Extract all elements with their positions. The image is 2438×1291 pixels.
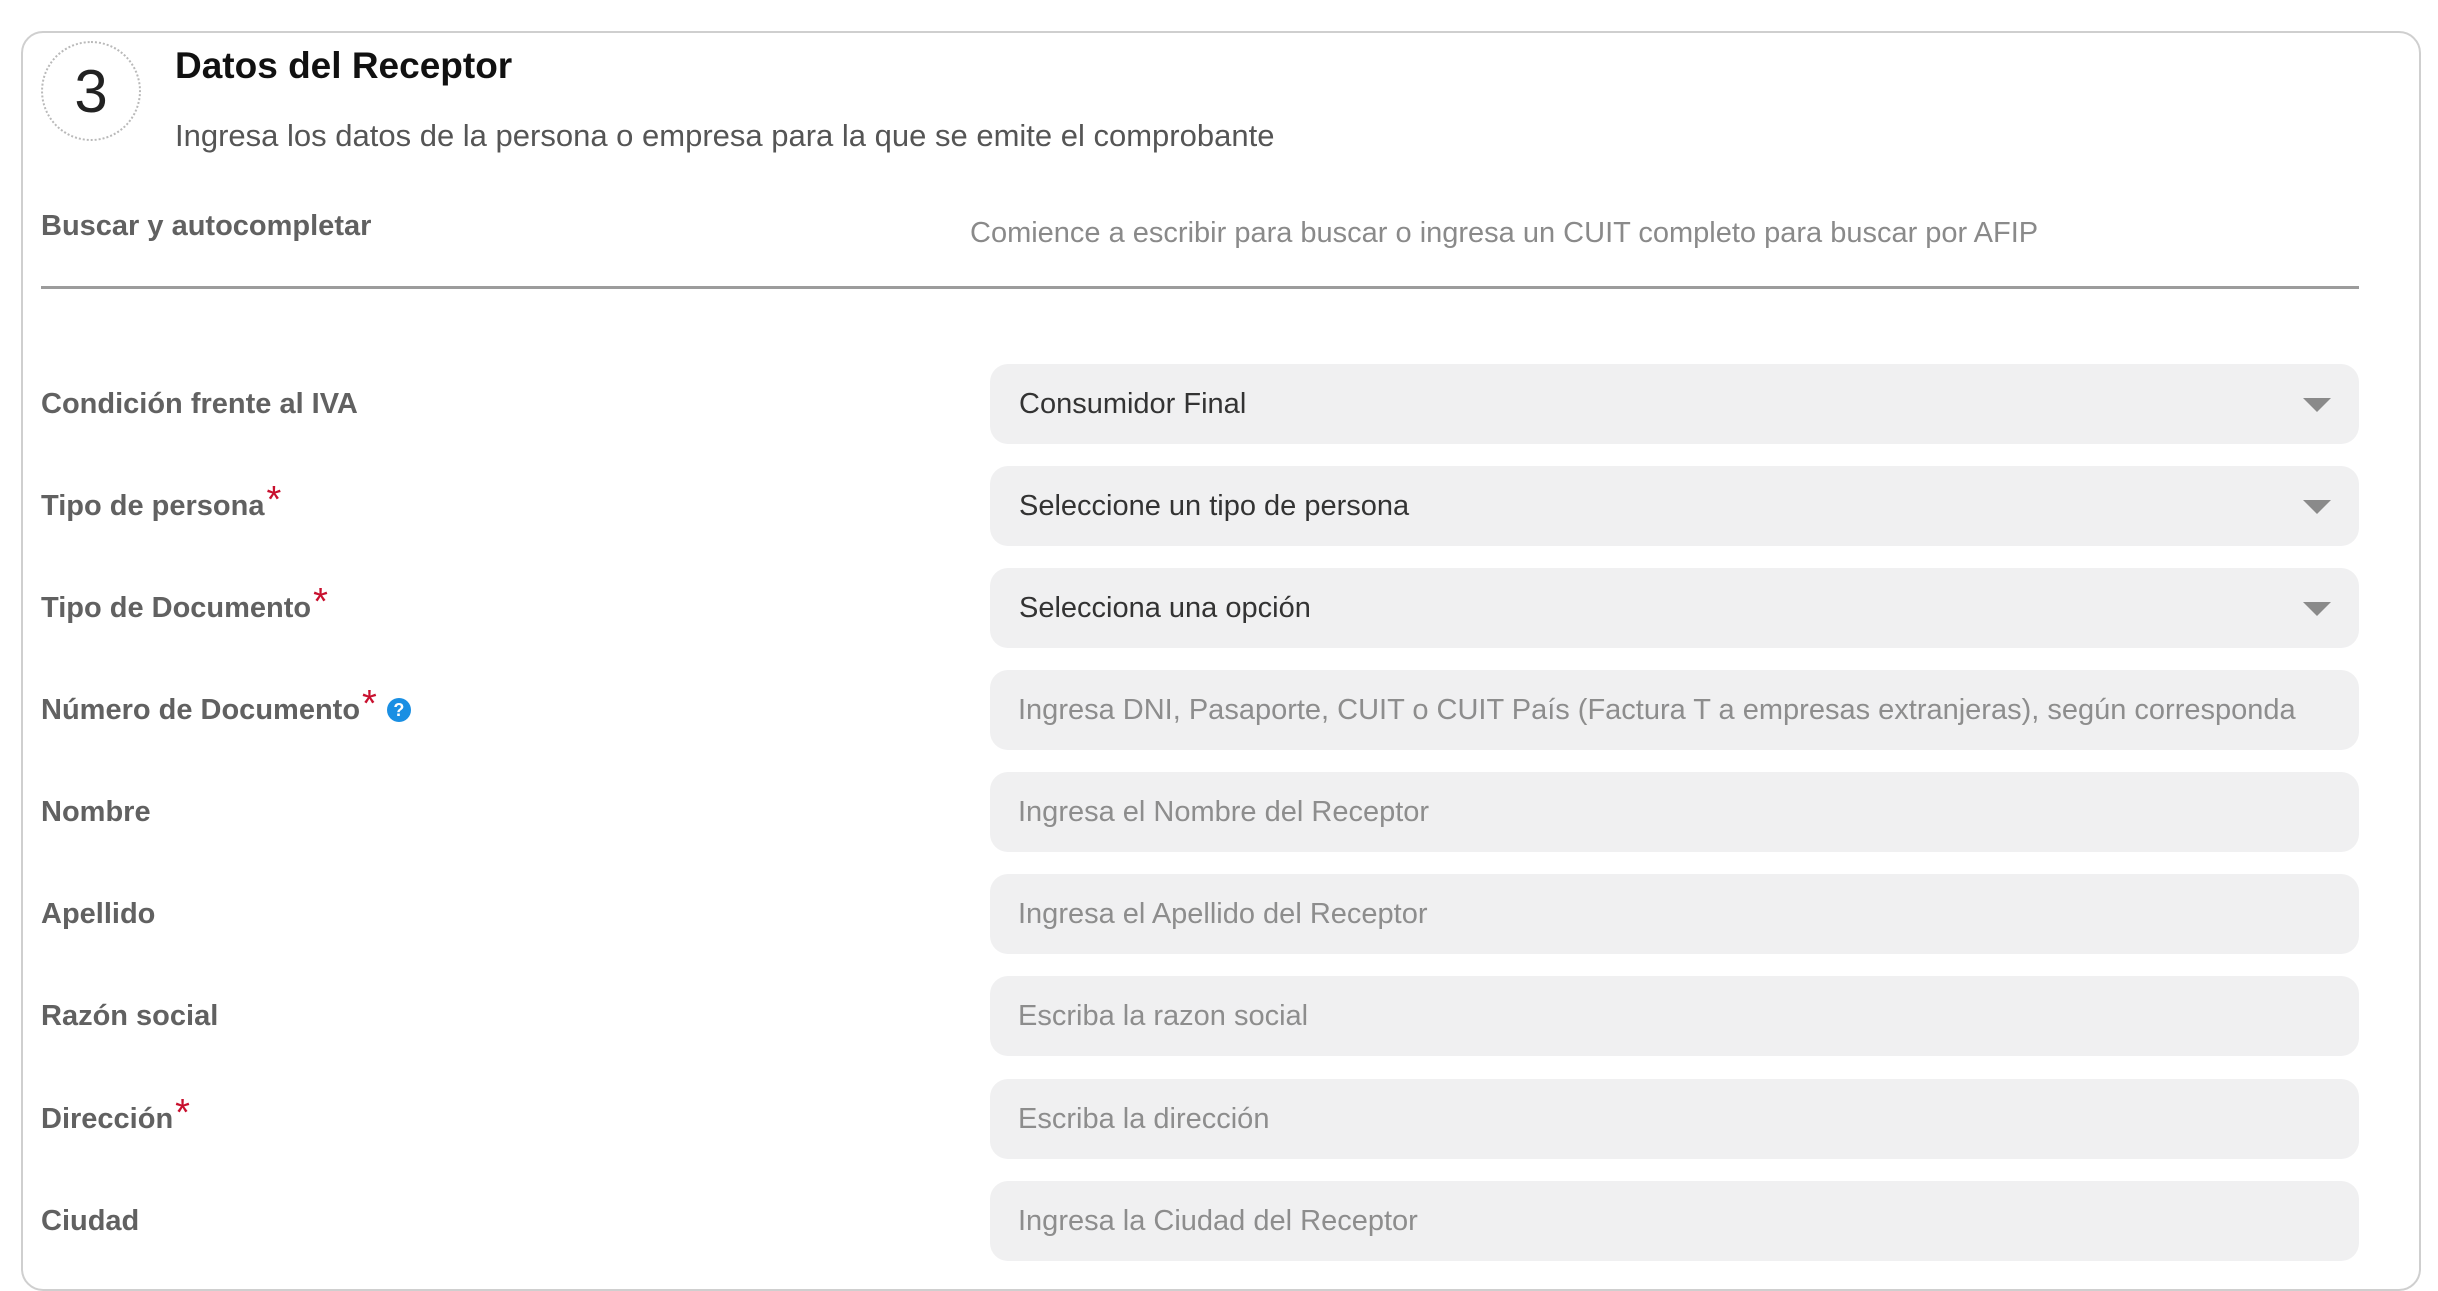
- ciudad-label: Ciudad: [41, 1181, 139, 1261]
- field-row-apellido: Apellido: [41, 874, 2359, 954]
- tipo-persona-label-text: Tipo de persona: [41, 489, 265, 522]
- chevron-down-icon: [2303, 398, 2331, 412]
- search-label: Buscar y autocompletar: [41, 210, 372, 242]
- apellido-label: Apellido: [41, 874, 155, 954]
- tipo-documento-label-text: Tipo de Documento: [41, 591, 312, 624]
- help-icon[interactable]: ?: [386, 698, 411, 722]
- apellido-label-text: Apellido: [41, 897, 156, 930]
- numero-documento-input[interactable]: [990, 670, 2359, 750]
- iva-select[interactable]: Consumidor Final: [990, 364, 2359, 444]
- field-row-iva: Condición frente al IVA Consumidor Final: [41, 364, 2359, 444]
- required-asterisk: *: [175, 1091, 190, 1134]
- field-row-numero-documento: Número de Documento *?: [41, 670, 2359, 750]
- required-asterisk: *: [313, 580, 328, 623]
- required-asterisk: *: [362, 682, 377, 725]
- nombre-input[interactable]: [990, 772, 2359, 852]
- section-title: Datos del Receptor: [175, 45, 513, 86]
- field-row-nombre: Nombre: [41, 772, 2359, 852]
- ciudad-field: [990, 1181, 2359, 1261]
- field-row-ciudad: Ciudad: [41, 1181, 2359, 1261]
- tipo-persona-label: Tipo de persona *: [41, 466, 281, 546]
- search-underline: [41, 286, 2359, 289]
- chevron-down-icon: [2303, 602, 2331, 616]
- nombre-field: [990, 772, 2359, 852]
- step-number-badge: 3: [41, 41, 141, 141]
- direccion-label-text: Dirección: [41, 1102, 174, 1135]
- search-autocomplete-input[interactable]: [970, 190, 2380, 276]
- apellido-field: [990, 874, 2359, 954]
- tipo-persona-select[interactable]: Seleccione un tipo de persona: [990, 466, 2359, 546]
- direccion-input[interactable]: [990, 1079, 2359, 1159]
- razon-social-field: [990, 976, 2359, 1056]
- direccion-label: Dirección *: [41, 1079, 190, 1159]
- apellido-input[interactable]: [990, 874, 2359, 954]
- numero-documento-field: [990, 670, 2359, 750]
- iva-label: Condición frente al IVA: [41, 364, 358, 444]
- field-row-tipo-documento: Tipo de Documento * Selecciona una opción: [41, 568, 2359, 648]
- razon-social-label: Razón social: [41, 976, 218, 1056]
- required-asterisk: *: [266, 478, 282, 521]
- field-row-tipo-persona: Tipo de persona * Seleccione un tipo de p…: [41, 466, 2359, 546]
- section-subtitle: Ingresa los datos de la persona o empres…: [175, 118, 1275, 153]
- ciudad-input[interactable]: [990, 1181, 2359, 1261]
- nombre-label: Nombre: [41, 772, 151, 852]
- tipo-documento-select[interactable]: Selecciona una opción: [990, 568, 2359, 648]
- numero-documento-label-text: Número de Documento: [41, 693, 361, 726]
- iva-label-text: Condición frente al IVA: [41, 387, 358, 420]
- razon-social-input[interactable]: [990, 976, 2359, 1056]
- tipo-documento-label: Tipo de Documento *: [41, 568, 328, 648]
- direccion-field: [990, 1079, 2359, 1159]
- razon-social-label-text: Razón social: [41, 999, 219, 1032]
- tipo-documento-select-value: Selecciona una opción: [1019, 591, 1311, 624]
- tipo-persona-select-value: Seleccione un tipo de persona: [1019, 489, 1410, 522]
- field-row-razon-social: Razón social: [41, 976, 2359, 1056]
- numero-documento-label: Número de Documento *?: [41, 670, 411, 750]
- ciudad-label-text: Ciudad: [41, 1204, 140, 1237]
- iva-select-value: Consumidor Final: [1019, 387, 1247, 420]
- field-row-direccion: Dirección *: [41, 1079, 2359, 1159]
- step-number: 3: [74, 57, 108, 125]
- chevron-down-icon: [2303, 500, 2331, 514]
- nombre-label-text: Nombre: [41, 795, 151, 828]
